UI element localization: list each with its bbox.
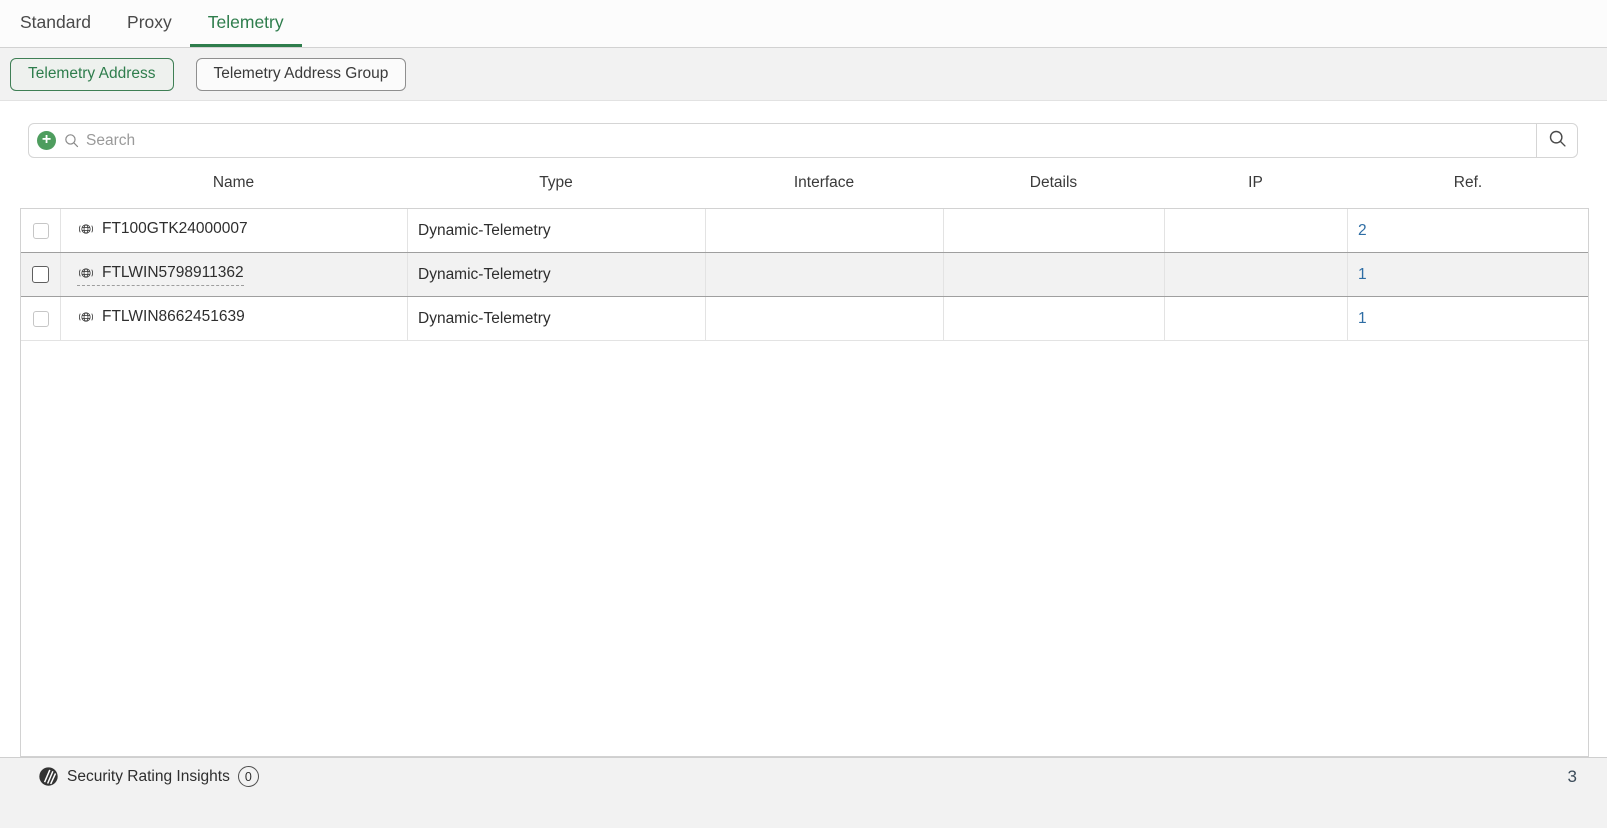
ref-link[interactable]: 1 [1358,266,1367,284]
header-select-column [20,158,60,208]
record-count: 3 [1568,767,1577,787]
cell-type: Dynamic-Telemetry [408,209,706,252]
cell-name: FT100GTK24000007 [61,209,408,252]
header-name[interactable]: Name [60,158,407,208]
row-checkbox[interactable] [33,311,49,327]
subtab-telemetry-address-label: Telemetry Address [28,65,156,83]
tab-standard[interactable]: Standard [2,0,109,47]
cell-ref: 1 [1348,297,1588,340]
search-bar: + [28,123,1578,158]
address-name: FTLWIN8662451639 [102,308,245,326]
subtab-telemetry-address[interactable]: Telemetry Address [10,58,174,91]
header-details[interactable]: Details [943,158,1164,208]
header-ref[interactable]: Ref. [1347,158,1589,208]
table-header: Name Type Interface Details IP Ref. [20,158,1589,208]
plus-icon: + [42,132,51,148]
header-ip[interactable]: IP [1164,158,1347,208]
security-fabric-icon [38,766,59,787]
cell-type: Dynamic-Telemetry [408,297,706,340]
row-select-cell [21,209,61,252]
cell-interface [706,297,944,340]
tab-telemetry[interactable]: Telemetry [190,0,302,47]
cell-ref: 1 [1348,253,1588,296]
security-rating-count-badge: 0 [238,766,259,787]
ref-link[interactable]: 2 [1358,222,1367,240]
magnifier-icon [63,132,80,149]
row-select-cell [21,297,61,340]
tab-telemetry-label: Telemetry [208,12,284,33]
address-type-tabbar: Standard Proxy Telemetry [0,0,1607,47]
cell-type: Dynamic-Telemetry [408,253,706,296]
cell-name: FTLWIN8662451639 [61,297,408,340]
cell-name: FTLWIN5798911362 [61,253,408,296]
header-interface[interactable]: Interface [705,158,943,208]
row-select-cell [21,253,61,296]
cell-ip [1165,209,1348,252]
telemetry-subtab-bar: Telemetry Address Telemetry Address Grou… [0,47,1607,101]
table-row[interactable]: FTLWIN5798911362 Dynamic-Telemetry 1 [21,252,1588,297]
magnifier-icon [1547,128,1568,154]
header-type[interactable]: Type [407,158,705,208]
cell-details [944,297,1165,340]
globe-telemetry-icon [77,264,95,282]
cell-ref: 2 [1348,209,1588,252]
status-footer: Security Rating Insights 0 3 [0,757,1607,828]
tab-proxy[interactable]: Proxy [109,0,190,47]
search-input[interactable] [80,132,1536,150]
security-rating-insights-label: Security Rating Insights [67,768,230,786]
table-row[interactable]: FT100GTK24000007 Dynamic-Telemetry 2 [21,209,1588,253]
globe-telemetry-icon [77,308,95,326]
cell-interface [706,253,944,296]
globe-telemetry-icon [77,220,95,238]
security-rating-insights[interactable]: Security Rating Insights 0 [38,766,259,787]
cell-details [944,253,1165,296]
cell-ip [1165,297,1348,340]
cell-details [944,209,1165,252]
row-checkbox[interactable] [33,223,49,239]
search-submit-button[interactable] [1536,124,1577,157]
table-row[interactable]: FTLWIN8662451639 Dynamic-Telemetry 1 [21,297,1588,341]
address-name: FTLWIN5798911362 [102,264,244,282]
subtab-telemetry-address-group-label: Telemetry Address Group [214,65,389,83]
cell-ip [1165,253,1348,296]
row-checkbox[interactable] [32,266,49,283]
cell-interface [706,209,944,252]
address-name: FT100GTK24000007 [102,220,248,238]
subtab-telemetry-address-group[interactable]: Telemetry Address Group [196,58,407,91]
tab-proxy-label: Proxy [127,12,172,33]
ref-link[interactable]: 1 [1358,310,1367,328]
create-new-button[interactable]: + [37,131,56,150]
tab-standard-label: Standard [20,12,91,33]
telemetry-address-table: FT100GTK24000007 Dynamic-Telemetry 2 FTL… [20,208,1589,757]
